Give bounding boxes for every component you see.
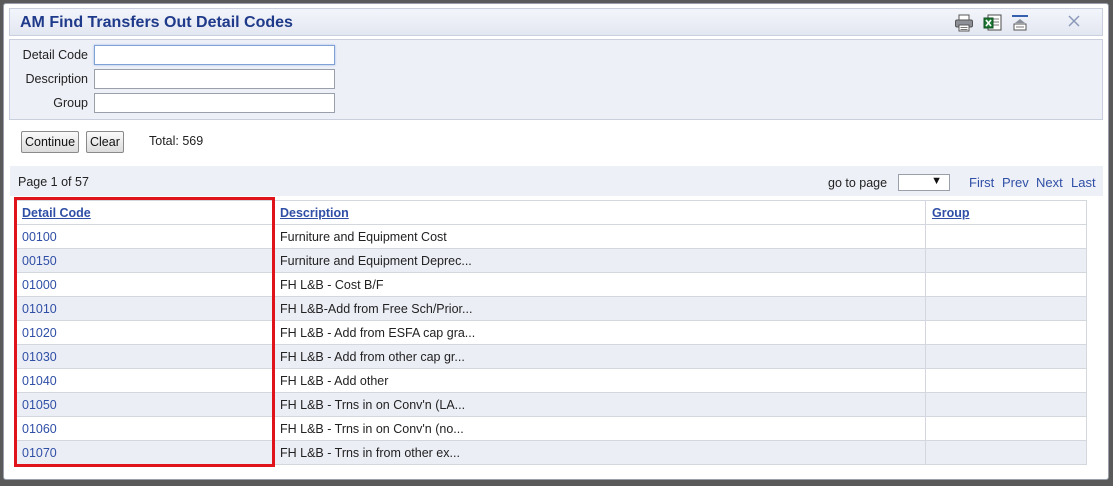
detail-code-cell: 01000 bbox=[15, 272, 274, 297]
table-row: 01050 FH L&B - Trns in on Conv'n (LA... bbox=[15, 392, 1087, 417]
description-cell: FH L&B - Trns in from other ex... bbox=[273, 440, 926, 465]
detail-code-cell: 01060 bbox=[15, 416, 274, 441]
detail-code-cell: 01030 bbox=[15, 344, 274, 369]
description-cell: FH L&B - Trns in on Conv'n (no... bbox=[273, 416, 926, 441]
detail-code-link[interactable]: 01060 bbox=[22, 422, 57, 436]
detail-code-link[interactable]: 00150 bbox=[22, 254, 57, 268]
header-group[interactable]: Group bbox=[925, 200, 1087, 225]
first-page-link[interactable]: First bbox=[969, 175, 994, 190]
header-description[interactable]: Description bbox=[273, 200, 926, 225]
group-cell bbox=[925, 440, 1087, 465]
detail-code-link[interactable]: 00100 bbox=[22, 230, 57, 244]
detail-code-link[interactable]: 01070 bbox=[22, 446, 57, 460]
description-cell: FH L&B - Add from ESFA cap gra... bbox=[273, 320, 926, 345]
dialog-title: AM Find Transfers Out Detail Codes bbox=[20, 14, 293, 31]
group-cell bbox=[925, 368, 1087, 393]
title-bar: AM Find Transfers Out Detail Codes bbox=[9, 8, 1103, 36]
close-icon[interactable] bbox=[1067, 14, 1081, 32]
group-cell bbox=[925, 248, 1087, 273]
group-input[interactable] bbox=[94, 93, 335, 113]
group-cell bbox=[925, 224, 1087, 249]
description-cell: Furniture and Equipment Deprec... bbox=[273, 248, 926, 273]
description-cell: FH L&B - Cost B/F bbox=[273, 272, 926, 297]
table-row: 00150 Furniture and Equipment Deprec... bbox=[15, 248, 1087, 273]
detail-code-cell: 00150 bbox=[15, 248, 274, 273]
description-cell: Furniture and Equipment Cost bbox=[273, 224, 926, 249]
group-cell bbox=[925, 344, 1087, 369]
detail-code-cell: 00100 bbox=[15, 224, 274, 249]
table-header-row: Detail Code Description Group bbox=[15, 200, 1087, 225]
detail-code-cell: 01020 bbox=[15, 320, 274, 345]
description-input[interactable] bbox=[94, 69, 335, 89]
detail-code-cell: 01050 bbox=[15, 392, 274, 417]
dropdown-arrow-icon: ▼ bbox=[931, 175, 942, 187]
results-table: Detail Code Description Group 00100 Furn… bbox=[15, 200, 1087, 465]
page-indicator: Page 1 of 57 bbox=[18, 175, 89, 189]
group-cell bbox=[925, 272, 1087, 297]
table-row: 00100 Furniture and Equipment Cost bbox=[15, 224, 1087, 249]
printer-icon[interactable] bbox=[954, 14, 974, 32]
description-cell: FH L&B - Add other bbox=[273, 368, 926, 393]
table-row: 01060 FH L&B - Trns in on Conv'n (no... bbox=[15, 416, 1087, 441]
description-cell: FH L&B - Add from other cap gr... bbox=[273, 344, 926, 369]
group-cell bbox=[925, 416, 1087, 441]
prev-page-link[interactable]: Prev bbox=[1002, 175, 1029, 190]
group-cell bbox=[925, 392, 1087, 417]
goto-page-select[interactable]: ▼ bbox=[898, 174, 950, 191]
group-cell bbox=[925, 296, 1087, 321]
detail-code-cell: 01070 bbox=[15, 440, 274, 465]
detail-code-link[interactable]: 01010 bbox=[22, 302, 57, 316]
group-cell bbox=[925, 320, 1087, 345]
goto-page-label: go to page bbox=[828, 176, 888, 190]
search-panel: Detail Code Description Group bbox=[9, 39, 1103, 120]
detail-code-link[interactable]: 01050 bbox=[22, 398, 57, 412]
table-row: 01030 FH L&B - Add from other cap gr... bbox=[15, 344, 1087, 369]
detail-code-cell: 01010 bbox=[15, 296, 274, 321]
table-row: 01020 FH L&B - Add from ESFA cap gra... bbox=[15, 320, 1087, 345]
next-page-link[interactable]: Next bbox=[1036, 175, 1063, 190]
detail-code-link[interactable]: 01030 bbox=[22, 350, 57, 364]
table-row: 01070 FH L&B - Trns in from other ex... bbox=[15, 440, 1087, 465]
pagination-bar: Page 1 of 57 go to page ▼ First Prev Nex… bbox=[10, 166, 1103, 196]
description-cell: FH L&B-Add from Free Sch/Prior... bbox=[273, 296, 926, 321]
clear-button[interactable]: Clear bbox=[86, 131, 124, 153]
table-row: 01010 FH L&B-Add from Free Sch/Prior... bbox=[15, 296, 1087, 321]
header-detail-code[interactable]: Detail Code bbox=[15, 200, 274, 225]
table-row: 01000 FH L&B - Cost B/F bbox=[15, 272, 1087, 297]
last-page-link[interactable]: Last bbox=[1071, 175, 1096, 190]
detail-code-input[interactable] bbox=[94, 45, 335, 65]
detail-code-label: Detail Code bbox=[22, 48, 88, 62]
table-row: 01040 FH L&B - Add other bbox=[15, 368, 1087, 393]
description-label: Description bbox=[25, 72, 88, 86]
collapse-panel-icon[interactable] bbox=[1010, 14, 1030, 32]
description-cell: FH L&B - Trns in on Conv'n (LA... bbox=[273, 392, 926, 417]
continue-button[interactable]: Continue bbox=[21, 131, 80, 153]
total-count: Total: 569 bbox=[149, 134, 204, 148]
detail-code-link[interactable]: 01040 bbox=[22, 374, 57, 388]
dialog-window: AM Find Transfers Out Detail Codes Detai… bbox=[3, 3, 1109, 480]
detail-code-cell: 01040 bbox=[15, 368, 274, 393]
detail-code-link[interactable]: 01020 bbox=[22, 326, 57, 340]
group-label: Group bbox=[53, 96, 88, 110]
detail-code-link[interactable]: 01000 bbox=[22, 278, 57, 292]
excel-export-icon[interactable] bbox=[983, 14, 1003, 32]
